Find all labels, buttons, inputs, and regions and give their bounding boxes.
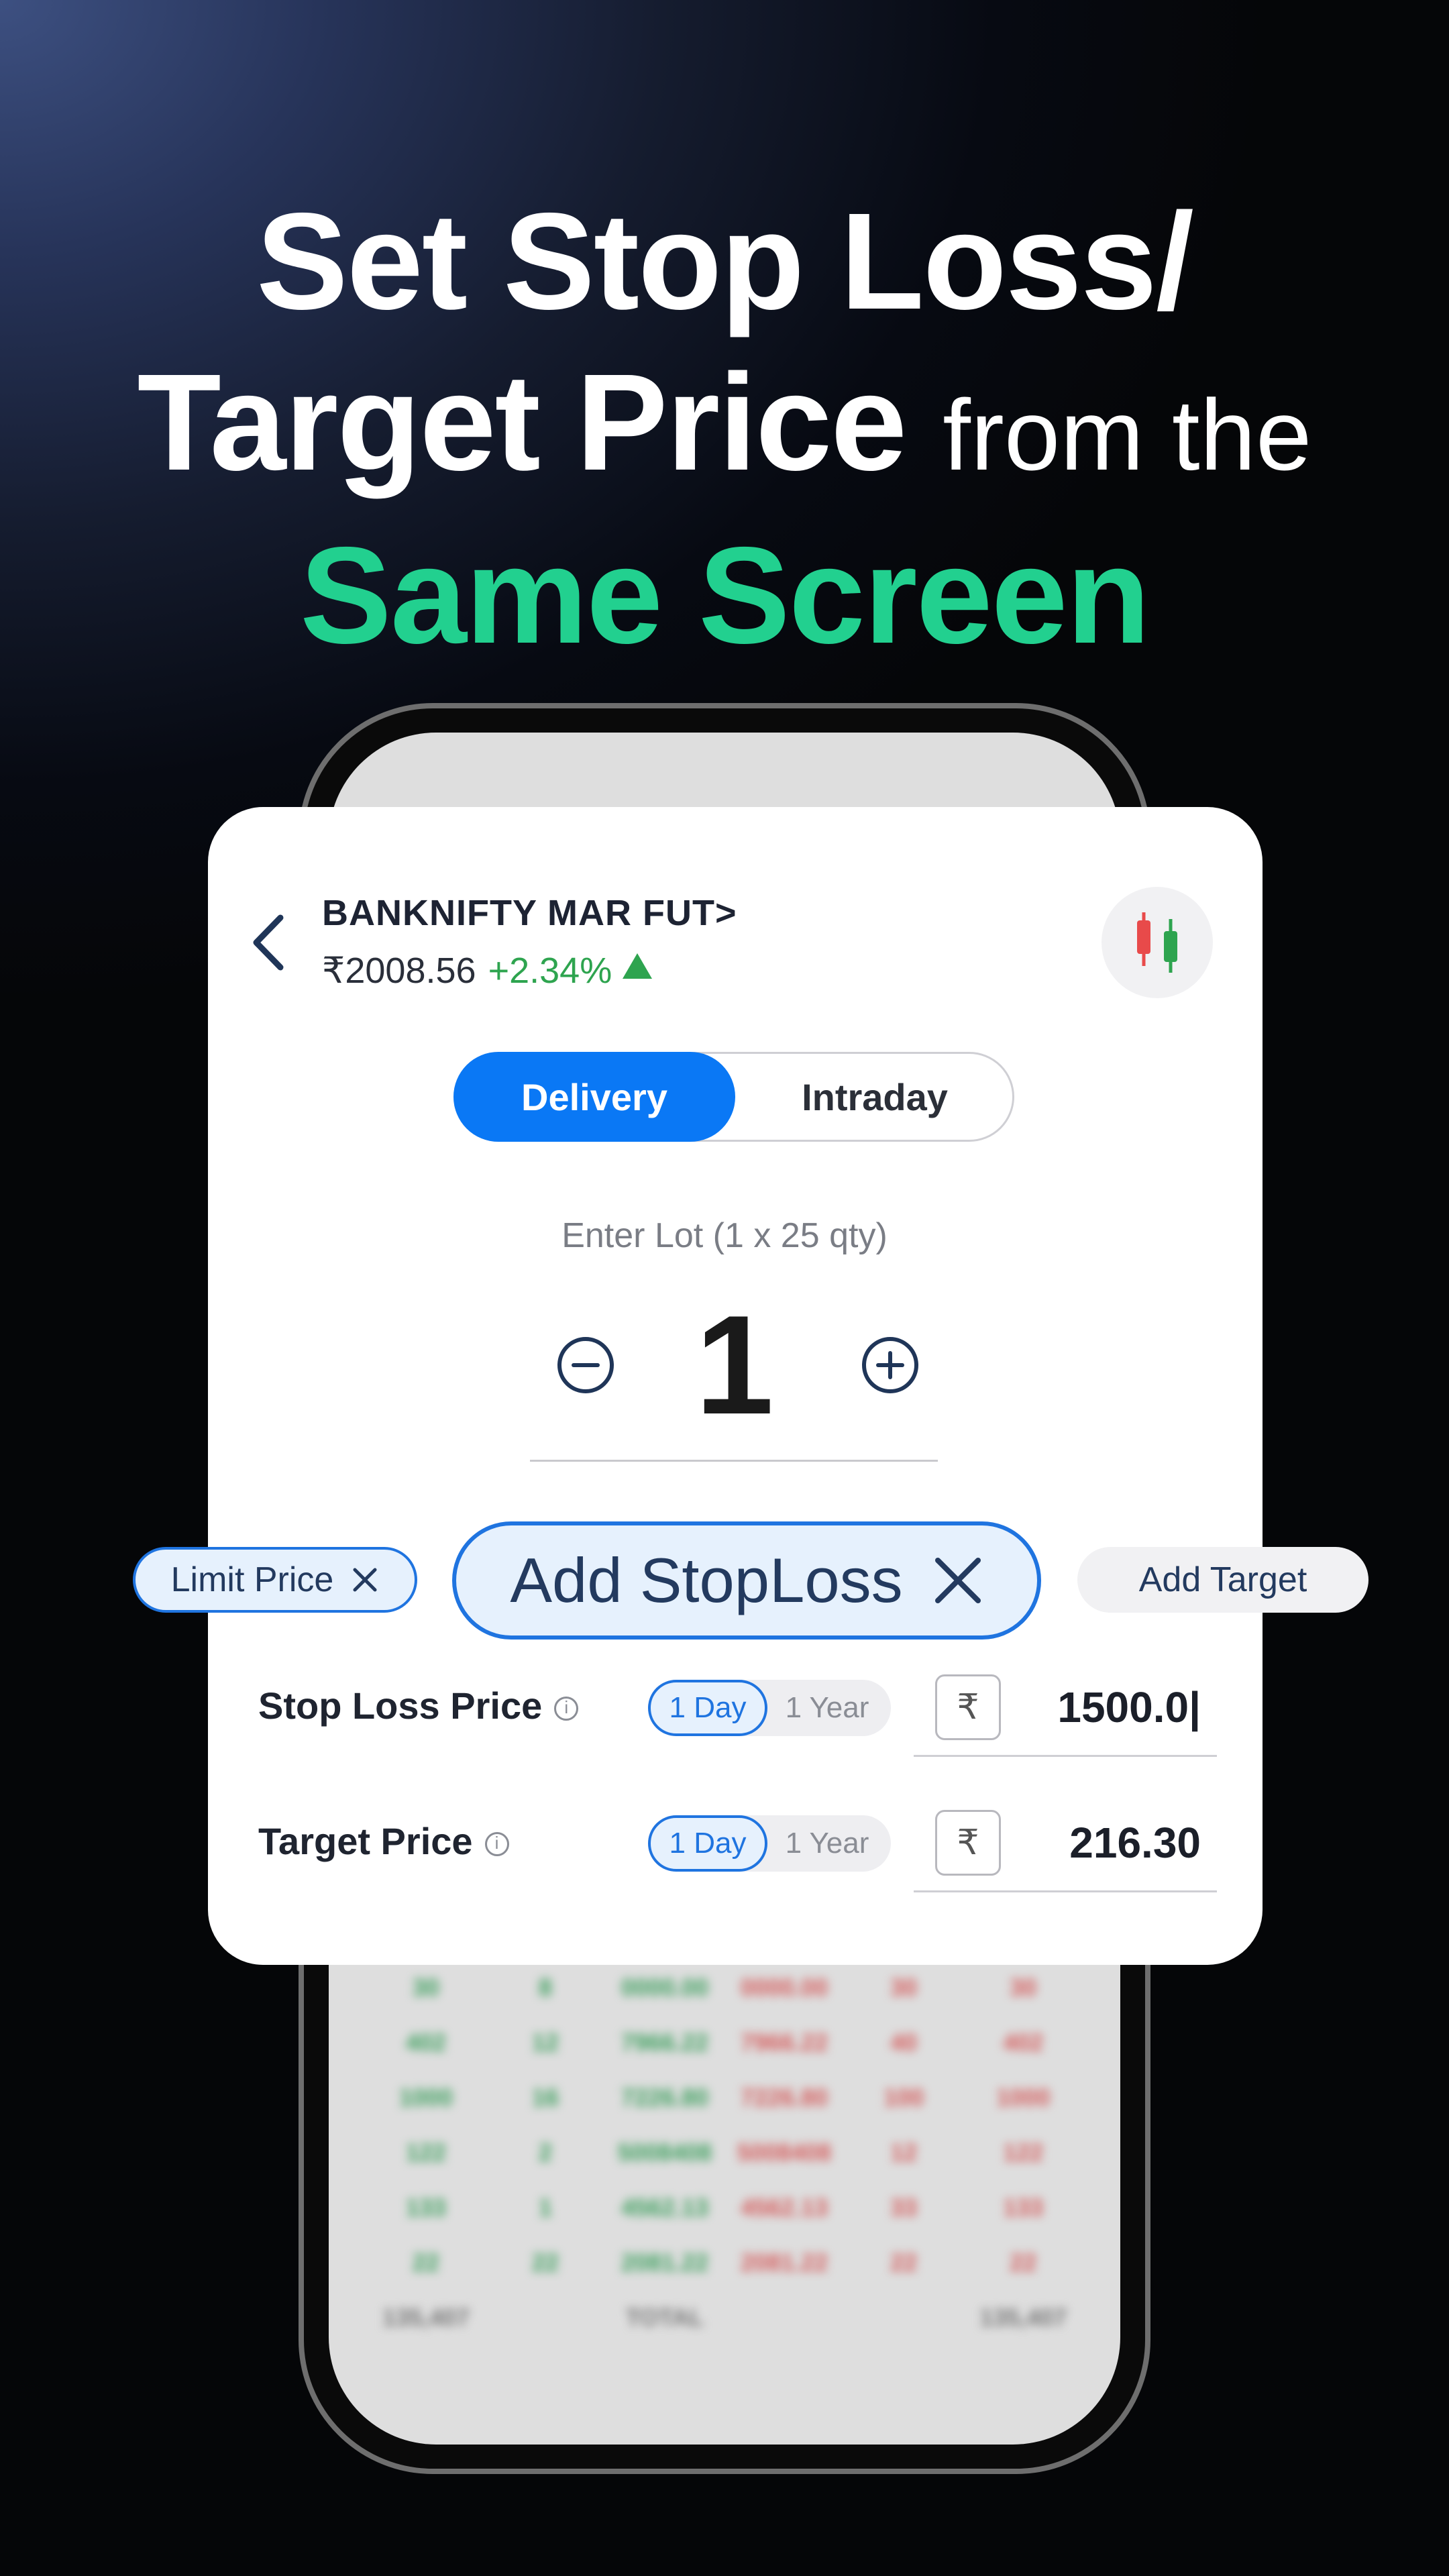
- limit-price-label: Limit Price: [170, 1560, 334, 1599]
- target-1-day[interactable]: 1 Day: [648, 1815, 767, 1872]
- candlestick-icon: [1137, 912, 1177, 973]
- target-price-underline: [914, 1890, 1217, 1892]
- headline: Set Stop Loss/ Target Price from the Sam…: [0, 181, 1449, 676]
- stop-loss-1-day[interactable]: 1 Day: [648, 1680, 767, 1736]
- target-price-row-label: Target Price: [258, 1819, 509, 1863]
- instrument-price-row: ₹2008.56 +2.34%: [322, 949, 653, 991]
- minus-icon[interactable]: [555, 1335, 616, 1395]
- stop-loss-row-label: Stop Loss Price: [258, 1684, 579, 1727]
- intraday-tab[interactable]: Intraday: [735, 1052, 1014, 1142]
- rupee-icon: ₹: [935, 1810, 1001, 1876]
- limit-price-chip[interactable]: Limit Price: [133, 1547, 417, 1613]
- blurred-market-depth: 30 8 0000.00 0000.00 30 30 402 12 7966.22 7966.2…: [382, 1974, 1067, 2331]
- candlestick-chart-button[interactable]: [1102, 887, 1213, 998]
- up-arrow-icon: [623, 953, 653, 979]
- stop-loss-1-year[interactable]: 1 Year: [770, 1680, 884, 1736]
- headline-line-2: Target Price from the: [0, 342, 1449, 515]
- info-icon[interactable]: [554, 1697, 579, 1721]
- info-icon[interactable]: [484, 1832, 509, 1857]
- back-arrow-icon[interactable]: [248, 912, 288, 973]
- delivery-tab[interactable]: Delivery: [453, 1052, 735, 1142]
- stop-loss-underline: [914, 1755, 1217, 1757]
- close-icon[interactable]: [351, 1566, 379, 1594]
- headline-line-3: Same Screen: [300, 519, 1150, 672]
- stop-loss-label: Stop Loss Price: [258, 1684, 543, 1727]
- lot-label: Enter Lot (1 x 25 qty): [561, 1216, 888, 1255]
- stop-loss-price-input[interactable]: 1500.0|: [1013, 1682, 1201, 1732]
- add-target-chip[interactable]: Add Target: [1077, 1547, 1368, 1613]
- instrument-name[interactable]: BANKNIFTY MAR FUT>: [322, 892, 737, 934]
- headline-light: from the: [943, 378, 1312, 491]
- add-stoploss-chip[interactable]: Add StopLoss: [452, 1521, 1041, 1640]
- target-price-input[interactable]: 216.30: [1013, 1818, 1201, 1868]
- target-validity-toggle: 1 Day 1 Year: [648, 1815, 891, 1872]
- target-price-label: Target Price: [258, 1820, 473, 1862]
- rupee-icon: ₹: [935, 1674, 1001, 1740]
- target-1-year[interactable]: 1 Year: [770, 1815, 884, 1872]
- lot-underline: [530, 1460, 938, 1462]
- add-stoploss-label: Add StopLoss: [510, 1545, 903, 1615]
- lot-quantity[interactable]: 1: [644, 1295, 825, 1436]
- stop-loss-validity-toggle: 1 Day 1 Year: [648, 1680, 891, 1736]
- instrument-change: +2.34%: [488, 951, 612, 991]
- close-icon[interactable]: [932, 1555, 983, 1606]
- instrument-price: ₹2008.56: [322, 951, 476, 991]
- plus-icon[interactable]: [860, 1335, 920, 1395]
- headline-line-1: Set Stop Loss/: [256, 184, 1194, 338]
- headline-bold: Target Price: [137, 345, 908, 499]
